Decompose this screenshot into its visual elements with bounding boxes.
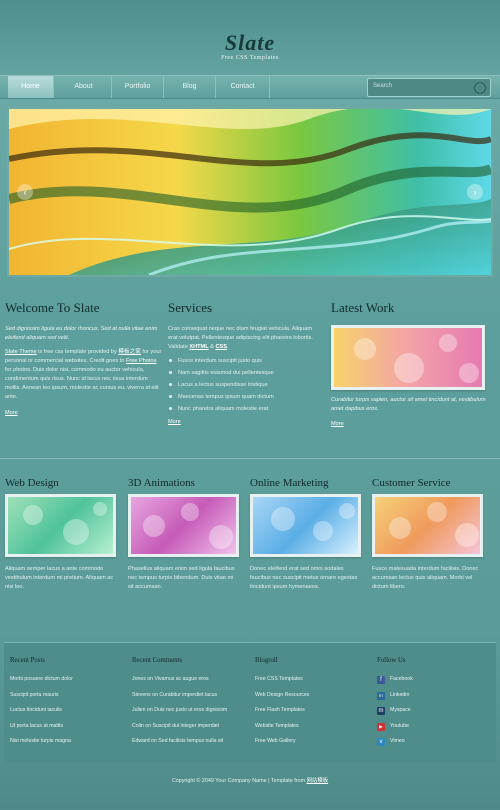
footer: Recent Posts Morbi posuere dictum dolor …	[4, 642, 496, 762]
footer-blogroll-title: Blogroll	[255, 657, 278, 664]
vimeo-link[interactable]: v Vimeo	[377, 734, 487, 750]
services-list-item: Maecenas tempus ipsum quam dictum	[168, 391, 318, 403]
footer-post-link[interactable]: Suscipit porta mauris	[10, 688, 128, 704]
feature-image-customer-service[interactable]	[372, 494, 483, 557]
footer-blogroll-link[interactable]: Free Flash Templates	[255, 703, 373, 719]
search-placeholder: Search	[373, 83, 393, 89]
services-text-end: .	[226, 344, 229, 350]
footer-recent-comments: Recent Comments Jones on Vivamus ac augu…	[132, 643, 252, 750]
xhtml-link[interactable]: XHTML	[189, 344, 208, 350]
facebook-link[interactable]: f Facebook	[377, 672, 487, 688]
latest-work-more-link[interactable]: More	[331, 420, 344, 429]
moban-link[interactable]: 模板之家	[118, 349, 140, 355]
slider-prev-button[interactable]: ‹	[17, 184, 33, 200]
myspace-icon: m	[377, 707, 385, 715]
services-list-item: Nunc pharetra aliquam molestie erat	[168, 403, 318, 415]
footer-blogroll-link[interactable]: Free Web Gallery	[255, 734, 373, 750]
welcome-body: Slate Theme is free css template provide…	[5, 348, 163, 402]
myspace-link[interactable]: m Myspace	[377, 703, 487, 719]
footer-blogroll-link[interactable]: Website Templates	[255, 719, 373, 735]
footer-follow-title: Follow Us	[377, 657, 406, 664]
services-heading: Services	[168, 300, 213, 315]
footer-comment-link[interactable]: Stevens on Curabitur imperdiet lacus	[132, 688, 252, 704]
feature-title-web-design: Web Design	[5, 477, 59, 489]
copyright-link[interactable]: 网站模板	[307, 778, 329, 784]
site-title: Slate	[224, 30, 276, 55]
youtube-link[interactable]: ▶ Youtube	[377, 719, 487, 735]
hero-slider: ‹ ›	[7, 107, 493, 277]
footer-post-link[interactable]: Luctus tincidunt iaculis	[10, 703, 128, 719]
nav-home[interactable]: Home	[8, 76, 54, 98]
footer-comment-link[interactable]: Jones on Vivamus ac augue eros	[132, 672, 252, 688]
services-section: Services Cras consequat neque nec diam f…	[168, 300, 318, 427]
footer-follow-us: Follow Us f Facebook in Linkedin m Myspace …	[377, 643, 487, 750]
myspace-label: Myspace	[390, 707, 411, 713]
vimeo-label: Vimeo	[390, 738, 405, 744]
footer-blogroll-link[interactable]: Web Design Resources	[255, 688, 373, 704]
free-photos-link[interactable]: Free Photos	[126, 358, 156, 364]
latest-work-image[interactable]	[331, 325, 485, 390]
copyright-text: Copyright © 2049 Your Company Name | Tem…	[171, 778, 307, 784]
linkedin-link[interactable]: in Linkedin	[377, 688, 487, 704]
facebook-label: Facebook	[390, 676, 413, 682]
facebook-icon: f	[377, 676, 385, 684]
welcome-section: Welcome To Slate Sed dignissim ligula eu…	[5, 300, 163, 418]
welcome-body-text-1: is free css template provided by	[36, 349, 119, 355]
feature-title-3d-animations: 3D Animations	[128, 477, 195, 489]
footer-comment-link[interactable]: Julien on Duis nec justo ut eros digniss…	[132, 703, 252, 719]
footer-post-link[interactable]: Ut porta lacus at mattis	[10, 719, 128, 735]
services-list-item: Nam sagittis euismod dui pellentesque	[168, 367, 318, 379]
nav-blog[interactable]: Blog	[164, 76, 216, 98]
footer-post-link[interactable]: Morbi posuere dictum dolor	[10, 672, 128, 688]
services-list-item: Lacus a lectus suspendisse tristique	[168, 379, 318, 391]
slate-theme-link[interactable]: Slate Theme	[5, 349, 37, 355]
feature-text-online-marketing: Donec eleifend erat sed omni sodales fau…	[250, 566, 358, 590]
logo[interactable]: Slate Free CSS Templates	[0, 30, 500, 61]
copyright: Copyright © 2049 Your Company Name | Tem…	[0, 776, 500, 784]
linkedin-label: Linkedin	[390, 691, 410, 698]
search-icon[interactable]	[474, 82, 486, 94]
section-divider	[0, 458, 500, 459]
footer-recent-comments-title: Recent Comments	[132, 657, 183, 664]
footer-post-link[interactable]: Nisi molestie turpis magna	[10, 734, 128, 750]
feature-text-web-design: Aliquam semper lacus a ante commodo vest…	[5, 566, 114, 590]
hero-image	[9, 109, 491, 275]
welcome-more-link[interactable]: More	[5, 409, 163, 418]
welcome-heading: Welcome To Slate	[5, 300, 100, 315]
footer-blogroll: Blogroll Free CSS Templates Web Design R…	[255, 643, 373, 750]
nav-portfolio[interactable]: Portfolio	[112, 76, 164, 98]
linkedin-icon: in	[377, 691, 385, 700]
latest-work-section: Latest Work	[331, 300, 491, 316]
services-list: Fusce interdum suscipit justo quis Nam s…	[168, 355, 318, 415]
footer-recent-posts-title: Recent Posts	[10, 657, 45, 664]
feature-title-customer-service: Customer Service	[372, 477, 451, 489]
vimeo-icon: v	[377, 738, 385, 746]
youtube-icon: ▶	[377, 722, 385, 731]
feature-title-online-marketing: Online Marketing	[250, 477, 329, 489]
slider-next-button[interactable]: ›	[467, 184, 483, 200]
nav-contact[interactable]: Contact	[216, 76, 270, 98]
footer-recent-posts: Recent Posts Morbi posuere dictum dolor …	[10, 643, 128, 750]
services-list-item: Fusce interdum suscipit justo quis	[168, 355, 318, 367]
feature-image-web-design[interactable]	[5, 494, 116, 557]
css-link[interactable]: CSS	[215, 344, 227, 350]
site-subtitle: Free CSS Templates	[221, 55, 279, 61]
footer-comment-link[interactable]: Colin on Suscipit dui integer imperdiet	[132, 719, 252, 735]
nav-about[interactable]: About	[56, 76, 112, 98]
feature-image-online-marketing[interactable]	[250, 494, 361, 557]
feature-text-3d-animations: Phasellus aliquam enim sed ligula faucib…	[128, 566, 235, 590]
youtube-label: Youtube	[390, 722, 409, 729]
latest-work-caption: Curabitur turpis sapien, auctor sit amet…	[331, 397, 486, 412]
feature-image-3d-animations[interactable]	[128, 494, 239, 557]
search-input[interactable]: Search	[367, 78, 491, 97]
footer-comment-link[interactable]: Edward on Sed facilisis tempus nulla sit	[132, 734, 252, 750]
feature-text-customer-service: Fusce malesuada interdum facilisis. Done…	[372, 566, 479, 590]
footer-blogroll-link[interactable]: Free CSS Templates	[255, 672, 373, 688]
services-text: Cras consequat neque nec diam feugiat ve…	[168, 325, 318, 352]
welcome-lead: Sed dignissim ligula eu dolor rhoncus. S…	[5, 326, 158, 341]
services-more-link[interactable]: More	[168, 418, 318, 427]
welcome-body-text-3: for photos. Duis dolor nisi, commodo eu …	[5, 367, 159, 400]
latest-work-heading: Latest Work	[331, 300, 395, 315]
